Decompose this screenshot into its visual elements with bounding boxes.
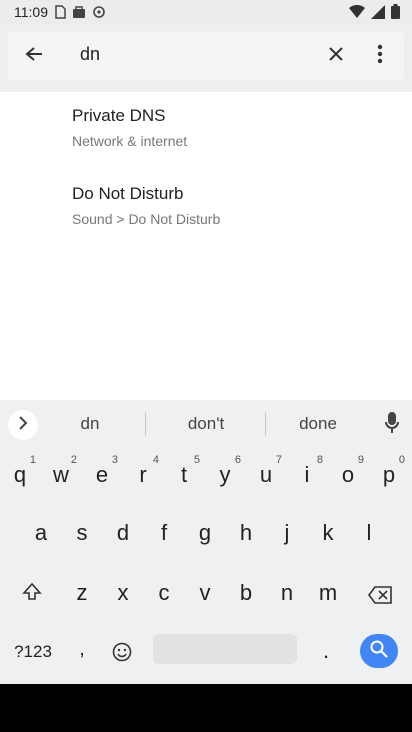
back-button[interactable] <box>20 42 48 70</box>
key-d[interactable]: d <box>105 510 141 558</box>
status-time: 11:09 <box>14 4 48 20</box>
search-icon <box>370 640 388 663</box>
divider <box>265 412 266 436</box>
key-z[interactable]: z <box>64 570 100 618</box>
sim-icon <box>54 5 66 24</box>
key-t[interactable]: t5 <box>166 452 202 500</box>
close-icon <box>328 46 344 67</box>
key-l[interactable]: l <box>351 510 387 558</box>
space-key[interactable] <box>153 634 297 664</box>
back-arrow-icon <box>25 46 43 67</box>
backspace-key[interactable] <box>360 570 400 618</box>
backspace-icon <box>368 584 392 610</box>
suggestion-3[interactable]: done <box>286 414 350 434</box>
suggestion-1[interactable]: dn <box>60 414 120 434</box>
navigation-bar <box>0 684 412 732</box>
comma-key[interactable]: , <box>64 630 100 678</box>
result-title: Do Not Disturb <box>72 184 184 203</box>
key-j[interactable]: j <box>269 510 305 558</box>
mic-icon <box>385 411 399 439</box>
key-x[interactable]: x <box>105 570 141 618</box>
key-i[interactable]: i8 <box>289 452 325 500</box>
more-vert-icon <box>377 44 383 69</box>
period-key[interactable]: . <box>308 630 344 678</box>
search-box: dn <box>8 32 404 80</box>
divider <box>145 412 146 436</box>
key-e[interactable]: e3 <box>84 452 120 500</box>
key-k[interactable]: k <box>310 510 346 558</box>
key-o[interactable]: o9 <box>330 452 366 500</box>
key-y[interactable]: y6 <box>207 452 243 500</box>
key-c[interactable]: c <box>146 570 182 618</box>
key-a[interactable]: a <box>23 510 59 558</box>
key-s[interactable]: s <box>64 510 100 558</box>
shift-key[interactable] <box>12 570 52 618</box>
key-b[interactable]: b <box>228 570 264 618</box>
key-u[interactable]: u7 <box>248 452 284 500</box>
status-right-icons <box>349 4 400 24</box>
symbols-key[interactable]: ?123 <box>8 630 58 678</box>
voice-input-button[interactable] <box>382 411 402 439</box>
key-g[interactable]: g <box>187 510 223 558</box>
search-header: dn <box>0 24 412 92</box>
search-action-key[interactable] <box>360 634 398 668</box>
result-subtitle: Network & internet <box>72 133 188 149</box>
sync-icon <box>92 5 106 24</box>
bag-icon <box>72 5 86 24</box>
search-input[interactable]: dn <box>80 44 100 65</box>
key-h[interactable]: h <box>228 510 264 558</box>
shift-icon <box>22 582 42 608</box>
result-private-dns[interactable]: Private DNS Network & internet <box>0 92 412 170</box>
result-subtitle: Sound > Do Not Disturb <box>72 211 221 227</box>
suggestion-2[interactable]: don't <box>164 414 248 434</box>
on-screen-keyboard: dn don't done q1 w2 e3 r4 t5 y6 u7 i8 o9… <box>0 400 412 684</box>
key-n[interactable]: n <box>269 570 305 618</box>
key-w[interactable]: w2 <box>43 452 79 500</box>
chevron-right-icon <box>18 415 28 435</box>
key-r[interactable]: r4 <box>125 452 161 500</box>
status-bar: 11:09 <box>0 0 412 24</box>
key-m[interactable]: m <box>310 570 346 618</box>
signal-icon <box>371 4 385 24</box>
result-title: Private DNS <box>72 106 166 125</box>
expand-suggestions-button[interactable] <box>8 410 38 440</box>
key-q[interactable]: q1 <box>2 452 38 500</box>
key-p[interactable]: p0 <box>371 452 407 500</box>
suggestion-strip: dn don't done <box>0 400 412 448</box>
emoji-key[interactable] <box>104 630 140 678</box>
emoji-icon <box>112 642 132 668</box>
status-left-icons <box>54 5 106 24</box>
result-do-not-disturb[interactable]: Do Not Disturb Sound > Do Not Disturb <box>0 172 412 250</box>
more-options-button[interactable] <box>370 42 390 70</box>
battery-icon <box>391 4 400 24</box>
wifi-icon <box>349 4 365 24</box>
key-f[interactable]: f <box>146 510 182 558</box>
key-v[interactable]: v <box>187 570 223 618</box>
clear-search-button[interactable] <box>322 42 350 70</box>
